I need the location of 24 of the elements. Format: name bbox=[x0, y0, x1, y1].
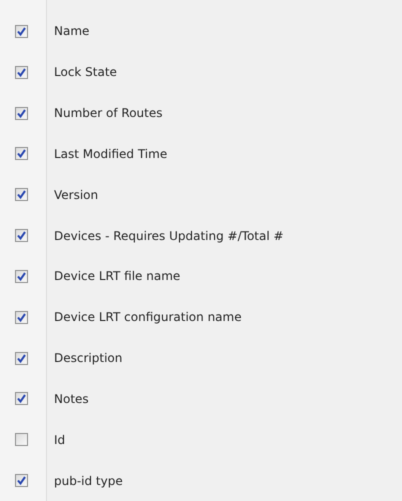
checkbox[interactable] bbox=[15, 270, 28, 283]
column-label: Device LRT configuration name bbox=[54, 310, 242, 324]
column-label: Description bbox=[54, 351, 122, 366]
column-label: Last Modified Time bbox=[54, 146, 168, 161]
checkbox[interactable] bbox=[15, 188, 28, 202]
checkbox[interactable] bbox=[15, 352, 28, 365]
column-label: Name bbox=[54, 24, 90, 38]
column-label: Id bbox=[54, 432, 66, 447]
column-label: Notes bbox=[54, 392, 89, 406]
checkbox[interactable] bbox=[15, 392, 28, 406]
checkbox[interactable] bbox=[15, 433, 28, 446]
checkbox[interactable] bbox=[15, 474, 28, 488]
column-label: Device LRT file name bbox=[54, 269, 180, 284]
checkbox[interactable] bbox=[15, 106, 28, 120]
checkbox[interactable] bbox=[15, 66, 28, 79]
checkbox[interactable] bbox=[15, 310, 28, 324]
checkbox[interactable] bbox=[15, 229, 28, 242]
checkbox[interactable] bbox=[15, 147, 28, 160]
column-label: Number of Routes bbox=[54, 106, 162, 120]
column-label: Devices - Requires Updating #/Total # bbox=[54, 228, 284, 243]
checkbox[interactable] bbox=[15, 24, 28, 38]
column-label: Version bbox=[54, 188, 98, 202]
column-label: pub-id type bbox=[54, 474, 123, 488]
column-label: Lock State bbox=[54, 65, 117, 80]
